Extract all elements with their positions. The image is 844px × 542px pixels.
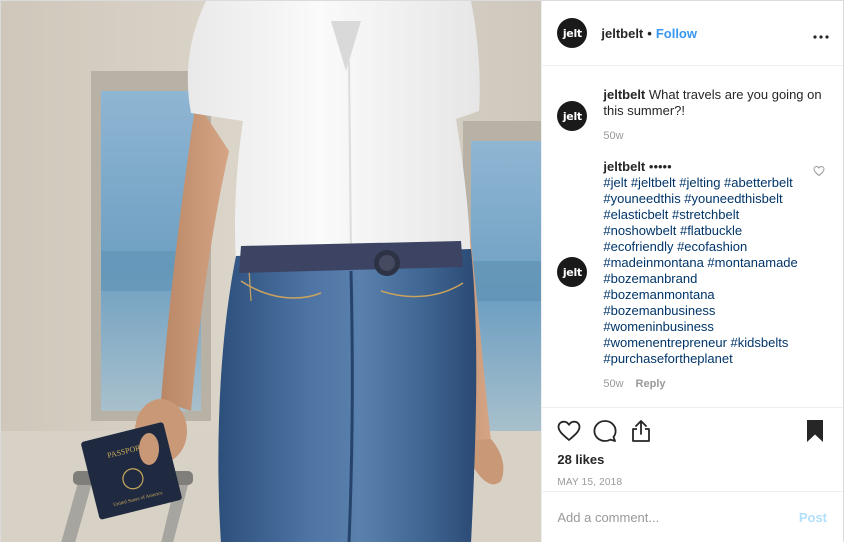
heart-icon — [557, 420, 581, 441]
hashtag-line[interactable]: #elasticbelt #stretchbelt — [603, 207, 827, 223]
caption-text: jeltbelt What travels are you going on t… — [603, 87, 827, 119]
like-comment-heart-icon[interactable] — [813, 165, 825, 177]
hashtag-line[interactable]: #noshowbelt #flatbuckle — [603, 223, 827, 239]
likes-count[interactable]: 28 likes — [557, 452, 827, 467]
comment-icon — [593, 420, 617, 442]
reply-button[interactable]: Reply — [636, 378, 666, 390]
comment: jelt jeltbelt ••••• #jelt #jeltbelt #jel… — [557, 159, 827, 390]
header-username[interactable]: jeltbelt — [601, 26, 643, 41]
avatar[interactable]: jelt — [557, 257, 588, 287]
hashtag-line[interactable]: #womenentrepreneur #kidsbelts — [603, 335, 827, 351]
more-horizontal-icon — [813, 35, 829, 39]
hashtag-line[interactable]: #womeninbusiness — [603, 319, 827, 335]
share-button[interactable] — [629, 419, 653, 443]
post-header: jelt jeltbelt • Follow — [542, 1, 843, 66]
photo-illustration: PASSPORT United States of America — [1, 1, 542, 542]
post-date[interactable]: MAY 15, 2018 — [557, 477, 827, 488]
post-photo[interactable]: PASSPORT United States of America — [1, 1, 542, 542]
comment-input[interactable] — [557, 510, 799, 525]
more-options-button[interactable] — [813, 24, 829, 42]
action-bar — [557, 408, 827, 454]
comment-text: jeltbelt ••••• #jelt #jeltbelt #jelting … — [603, 159, 827, 367]
comments-list[interactable]: jelt jeltbelt What travels are you going… — [542, 67, 843, 407]
comment-button[interactable] — [593, 419, 617, 443]
comment-username[interactable]: jeltbelt — [603, 159, 645, 174]
comment-dots: ••••• — [648, 159, 672, 174]
caption-username[interactable]: jeltbelt — [603, 87, 645, 102]
add-comment-bar: Post — [542, 491, 843, 542]
save-button[interactable] — [803, 419, 827, 443]
avatar[interactable]: jelt — [557, 101, 588, 131]
hashtag-line[interactable]: #jelt #jeltbelt #jelting #abetterbelt — [603, 175, 827, 191]
share-icon — [632, 420, 651, 442]
follow-button[interactable]: Follow — [656, 26, 697, 41]
instagram-post: PASSPORT United States of America jelt j… — [0, 0, 844, 542]
caption-age[interactable]: 50w — [603, 130, 623, 142]
hashtag-line[interactable]: #purchasefortheplanet — [603, 351, 827, 367]
caption: jelt jeltbelt What travels are you going… — [557, 87, 827, 142]
avatar[interactable]: jelt — [557, 18, 588, 48]
hashtag-line[interactable]: #madeinmontana #montanamade — [603, 255, 827, 271]
bookmark-icon — [807, 420, 823, 442]
hashtag-line[interactable]: #bozemanbusiness — [603, 303, 827, 319]
post-actions: 28 likes MAY 15, 2018 — [542, 407, 843, 488]
header-separator: • — [647, 25, 652, 41]
like-button[interactable] — [557, 419, 581, 443]
hashtag-line[interactable]: #youneedthis #youneedthisbelt — [603, 191, 827, 207]
post-comment-button[interactable]: Post — [799, 510, 827, 525]
hashtag-line[interactable]: #bozemanmontana — [603, 287, 827, 303]
hashtag-line[interactable]: #bozemanbrand — [603, 271, 827, 287]
hashtag-line[interactable]: #ecofriendly #ecofashion — [603, 239, 827, 255]
caption-meta: 50w — [603, 130, 827, 142]
post-side-panel: jelt jeltbelt • Follow jelt jeltbelt Wha… — [541, 1, 843, 542]
comment-meta: 50w Reply — [603, 378, 827, 390]
comment-age[interactable]: 50w — [603, 378, 623, 390]
